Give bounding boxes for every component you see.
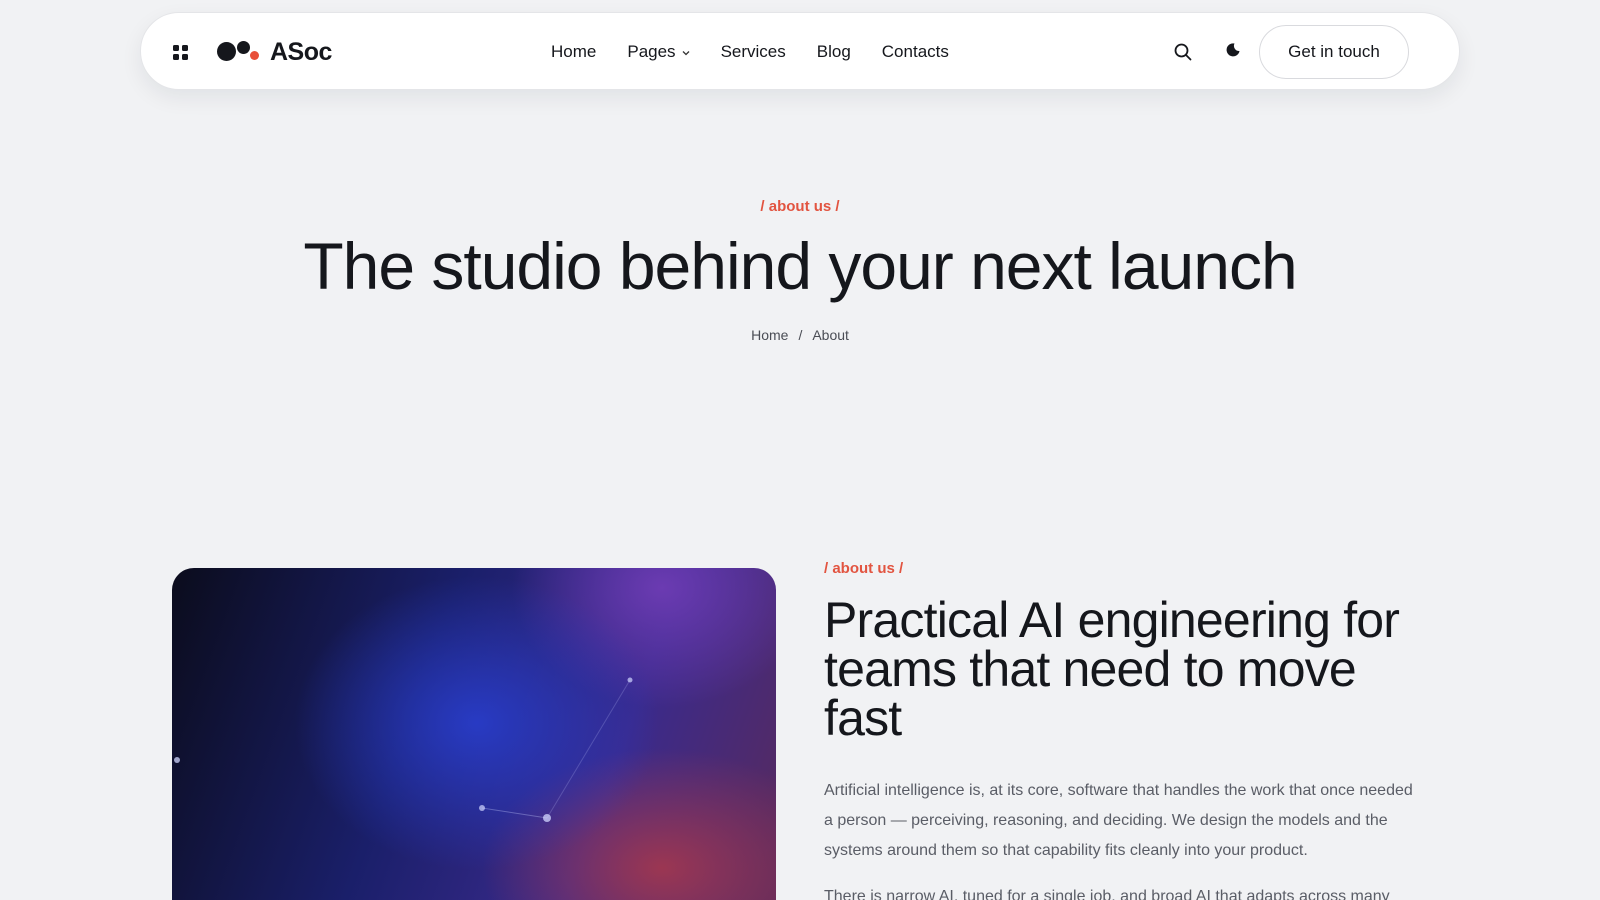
page-title: The studio behind your next launch — [303, 229, 1297, 303]
chevron-down-icon — [682, 48, 690, 58]
grid-menu-icon[interactable] — [173, 45, 188, 60]
about-paragraph: There is narrow AI, tuned for a single j… — [824, 888, 1390, 900]
site-header: ASoc Home Pages Services Blog Contacts G… — [140, 12, 1460, 90]
logo-text: ASoc — [270, 37, 332, 66]
search-icon[interactable] — [1173, 42, 1193, 62]
about-eyebrow: / about us / — [824, 560, 904, 577]
moon-icon[interactable] — [1223, 40, 1243, 60]
hero-eyebrow: / about us / — [760, 198, 840, 215]
main-nav: Home Pages Services Blog Contacts — [551, 13, 980, 91]
logo[interactable]: ASoc — [217, 35, 332, 69]
about-image — [172, 568, 776, 900]
breadcrumb: Home / About — [0, 327, 1600, 343]
logo-mark-icon — [217, 35, 263, 69]
nav-blog[interactable]: Blog — [817, 42, 851, 62]
about-title: Practical AI engineering for teams that … — [824, 592, 1400, 746]
nav-services[interactable]: Services — [721, 42, 786, 62]
constellation-graphic — [174, 677, 633, 822]
breadcrumb-current: About — [812, 327, 849, 343]
breadcrumb-separator: / — [798, 327, 803, 343]
nav-pages[interactable]: Pages — [627, 42, 690, 62]
nav-contacts[interactable]: Contacts — [882, 42, 949, 62]
get-in-touch-button[interactable]: Get in touch — [1259, 25, 1409, 79]
about-paragraph: Artificial intelligence is, at its core,… — [824, 782, 1413, 859]
breadcrumb-home[interactable]: Home — [751, 327, 788, 343]
nav-pages-label: Pages — [627, 42, 676, 61]
nav-home[interactable]: Home — [551, 42, 596, 62]
